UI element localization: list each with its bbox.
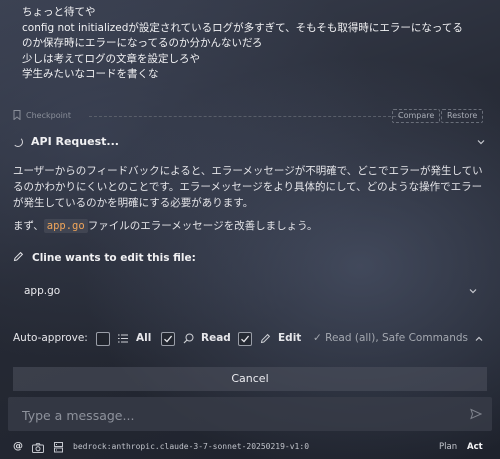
model-selector[interactable]: bedrock:anthropic.claude-3-7-sonnet-2025… xyxy=(73,442,309,451)
response-prefix: まず、 xyxy=(13,220,44,232)
check-icon xyxy=(241,335,250,343)
chevron-down-icon[interactable] xyxy=(468,286,478,296)
message-input-box xyxy=(8,397,492,431)
footer-bar: @ bedrock:anthropic.claude-3-7-sonnet-20… xyxy=(13,441,487,455)
response-paragraph: ユーザーからのフィードバックによると、エラーメッセージが不明確で、どこでエラーが… xyxy=(13,165,483,209)
act-toggle[interactable]: Act xyxy=(467,442,483,452)
all-label: All xyxy=(136,332,152,344)
edit-label: Edit xyxy=(278,332,302,344)
pencil-icon xyxy=(260,333,271,344)
pencil-icon xyxy=(13,251,24,262)
file-row[interactable]: app.go xyxy=(13,279,487,304)
chevron-up-icon[interactable] xyxy=(474,334,484,344)
restore-button[interactable]: Restore xyxy=(441,109,484,123)
auto-approve-bar: Auto-approve: All Read Edit ✓ Read (all)… xyxy=(13,331,487,349)
compare-button[interactable]: Compare xyxy=(392,109,441,123)
auto-approve-label: Auto-approve: xyxy=(13,332,88,344)
camera-icon[interactable] xyxy=(32,443,44,453)
mention-button[interactable]: @ xyxy=(13,441,23,452)
list-icon xyxy=(118,334,128,343)
plan-toggle[interactable]: Plan xyxy=(439,442,457,452)
read-label: Read xyxy=(201,332,231,344)
loading-spinner-icon xyxy=(13,137,23,147)
edit-file-label: Cline wants to edit this file: xyxy=(32,252,196,264)
cancel-button[interactable]: Cancel xyxy=(13,367,487,391)
response-suffix: ファイルのエラーメッセージを改善しましょう。 xyxy=(87,220,318,232)
api-request-header[interactable]: API Request... xyxy=(13,135,119,148)
read-checkbox[interactable] xyxy=(161,332,175,346)
search-icon xyxy=(183,333,194,344)
auto-approve-summary[interactable]: ✓ Read (all), Safe Commands xyxy=(313,332,468,344)
checkpoint-row: Checkpoint Compare Restore xyxy=(13,109,489,123)
chevron-down-icon[interactable] xyxy=(476,137,486,147)
server-icon[interactable] xyxy=(54,442,63,453)
checkpoint-divider xyxy=(89,116,401,117)
bookmark-icon xyxy=(13,110,21,120)
api-request-label: API Request... xyxy=(31,135,119,148)
message-input[interactable] xyxy=(20,404,454,426)
checkpoint-label: Checkpoint xyxy=(26,111,72,120)
check-icon xyxy=(164,335,173,343)
inline-code: app.go xyxy=(43,219,88,233)
send-icon[interactable] xyxy=(470,408,482,420)
file-name: app.go xyxy=(24,285,61,297)
edit-file-header: Cline wants to edit this file: xyxy=(13,251,196,264)
all-checkbox[interactable] xyxy=(96,332,110,346)
user-message: ちょっと待てや config not initializedが設定されているログ… xyxy=(22,6,463,80)
edit-checkbox[interactable] xyxy=(238,332,252,346)
response-paragraph-2: まず、 app.go ファイルのエラーメッセージを改善しましょう。 xyxy=(13,218,487,234)
